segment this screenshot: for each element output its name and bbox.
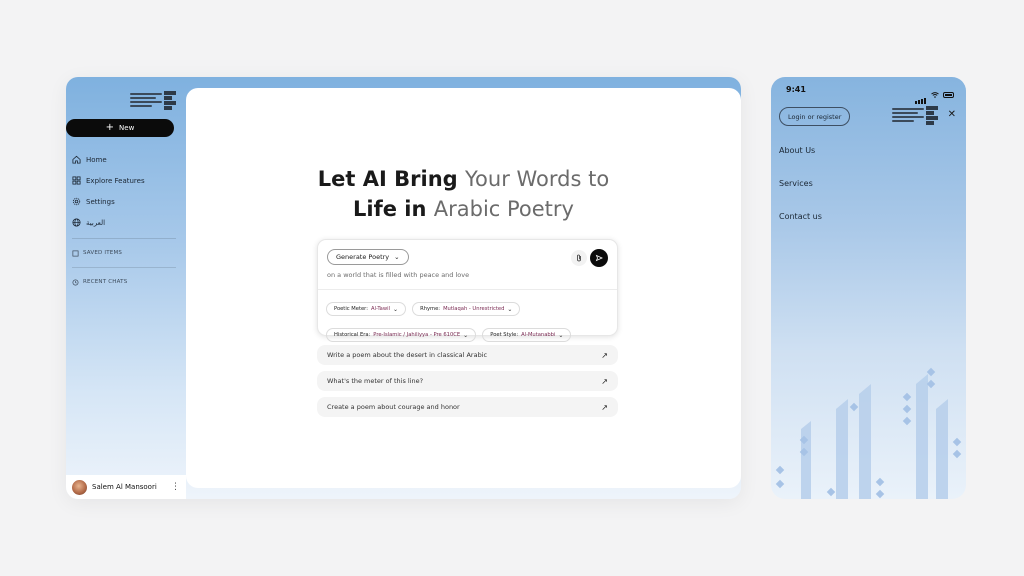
user-profile[interactable]: Salem Al Mansoori ⋮ [66,475,186,499]
send-icon [595,254,603,262]
sidebar-divider [72,238,176,239]
suggestion-item[interactable]: What's the meter of this line? ↗ [317,371,618,391]
sidebar-item-label: العربية [86,218,106,227]
chip-value: Pre-Islamic / Jahiliyya - Pre 610CE [373,332,461,338]
filter-chip-meter[interactable]: Poetic Meter: Al-Tawil ⌄ [326,302,406,316]
sidebar: + New Home Explore Features Settings الع… [66,77,186,499]
chevron-down-icon: ⌄ [392,305,398,313]
home-icon [72,155,81,164]
new-chat-label: New [119,124,135,132]
prompt-card: Generate Poetry ⌄ on a world that is fil… [317,239,618,342]
sidebar-item-explore[interactable]: Explore Features [72,170,176,191]
paperclip-icon [577,254,581,262]
suggestion-text: Write a poem about the desert in classic… [327,351,488,359]
close-icon[interactable]: ✕ [948,109,956,120]
arrow-up-right-icon: ↗ [601,402,608,412]
chip-label: Historical Era: [334,332,371,338]
suggestion-item[interactable]: Create a poem about courage and honor ↗ [317,397,618,417]
recent-chats-label: RECENT CHATS [83,279,128,285]
mobile-menu: About Us Services Contact us [779,146,822,245]
chevron-down-icon: ⌄ [394,253,400,261]
chevron-down-icon: ⌄ [507,305,513,313]
page-title: Let AI Bring Your Words to Life in Arabi… [186,164,741,224]
sidebar-divider [72,267,176,268]
brand-logo [892,106,938,126]
new-chat-button[interactable]: + New [66,119,174,137]
chevron-down-icon: ⌄ [463,331,469,339]
filter-chip-style[interactable]: Poet Style: Al-Mutanabbi ⌄ [482,328,572,342]
grid-icon [72,176,81,185]
prompt-input[interactable]: on a world that is filled with peace and… [327,271,469,279]
status-time: 9:41 [786,85,806,94]
send-button[interactable] [590,249,608,267]
mode-dropdown[interactable]: Generate Poetry ⌄ [327,249,409,265]
login-button[interactable]: Login or register [779,107,851,126]
headline-part: Arabic Poetry [433,197,574,221]
chip-value: Mutlaqah - Unrestricted [443,306,505,312]
saved-items-section[interactable]: SAVED ITEMS [72,244,176,262]
sidebar-item-label: Settings [86,197,115,206]
menu-item-about[interactable]: About Us [779,146,822,179]
card-divider [318,289,617,290]
chip-value: Al-Tawil [370,306,390,312]
suggestion-text: What's the meter of this line? [327,377,424,385]
filter-chip-era[interactable]: Historical Era: Pre-Islamic / Jahiliyya -… [326,328,477,342]
plus-icon: + [105,122,115,133]
signal-icon [915,85,927,104]
chip-label: Rhyme: [420,306,441,312]
menu-item-contact[interactable]: Contact us [779,212,822,245]
globe-icon [72,218,81,227]
arrow-up-right-icon: ↗ [601,376,608,386]
recent-chats-section[interactable]: RECENT CHATS [72,273,176,291]
user-name: Salem Al Mansoori [92,483,157,491]
chip-label: Poetic Meter: [334,306,368,312]
main-panel: Let AI Bring Your Words to Life in Arabi… [186,88,741,488]
history-icon [72,279,79,285]
suggestion-text: Create a poem about courage and honor [327,403,460,411]
suggestion-item[interactable]: Write a poem about the desert in classic… [317,345,618,365]
chip-value: Al-Mutanabbi [521,332,556,338]
status-icons [915,85,954,104]
bookmark-icon [72,250,79,256]
sidebar-item-label: Home [86,155,107,164]
chevron-down-icon: ⌄ [558,331,564,339]
battery-icon [943,91,954,98]
headline-part: Let AI Bring [317,167,466,191]
attach-button[interactable] [571,250,587,266]
filter-chip-rhyme[interactable]: Rhyme: Mutlaqah - Unrestricted ⌄ [412,302,521,316]
menu-item-services[interactable]: Services [779,179,822,212]
more-options-icon[interactable]: ⋮ [171,482,180,492]
gear-icon [72,197,81,206]
headline-part: Your Words to [465,167,610,191]
chip-label: Poet Style: [490,332,519,338]
desktop-window: + New Home Explore Features Settings الع… [66,77,741,499]
avatar [72,479,87,495]
mobile-frame: 9:41 Login or register ✕ About Us Servic… [771,77,966,499]
wifi-icon [931,91,939,98]
sidebar-item-label: Explore Features [86,176,145,185]
headline-part: Life in [353,197,434,221]
sidebar-item-settings[interactable]: Settings [72,191,176,212]
sidebar-nav: Home Explore Features Settings العربية S… [72,149,176,291]
brand-logo [130,91,176,111]
arrow-up-right-icon: ↗ [601,350,608,360]
saved-items-label: SAVED ITEMS [83,250,123,256]
sidebar-item-language[interactable]: العربية [72,212,176,233]
decorative-pattern [775,367,962,499]
mode-label: Generate Poetry [336,253,390,261]
filter-chips: Poetic Meter: Al-Tawil ⌄ Rhyme: Mutlaqah - … [326,295,616,347]
sidebar-item-home[interactable]: Home [72,149,176,170]
